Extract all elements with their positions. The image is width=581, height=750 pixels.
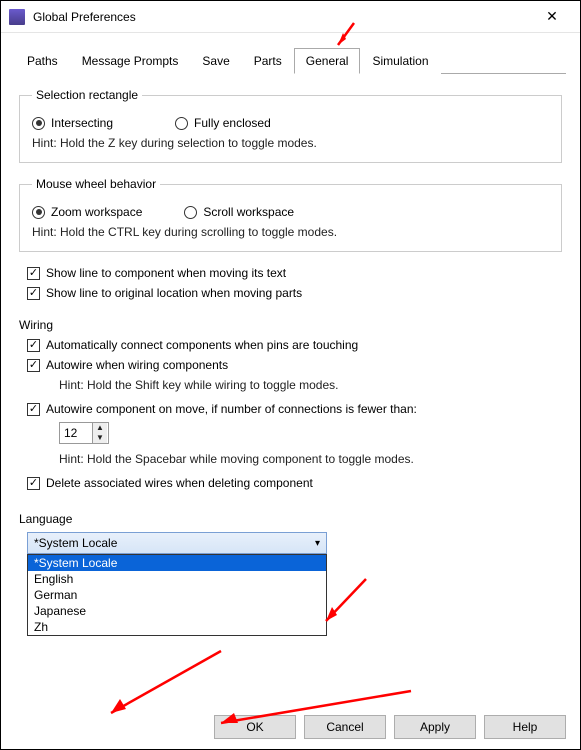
option-german[interactable]: German	[28, 587, 326, 603]
legend-language: Language	[19, 512, 554, 526]
dropdown-language[interactable]: *System Locale ▾ *System Locale English …	[27, 532, 327, 554]
check-autowire-label: Autowire when wiring components	[46, 358, 228, 372]
legend-selection-rectangle: Selection rectangle	[32, 88, 142, 102]
option-system-locale[interactable]: *System Locale	[28, 555, 326, 571]
check-delete-wires[interactable]: Delete associated wires when deleting co…	[27, 476, 554, 490]
hint-selection: Hint: Hold the Z key during selection to…	[32, 136, 549, 150]
dropdown-selected: *System Locale	[34, 536, 117, 550]
hint-autowire-move: Hint: Hold the Spacebar while moving com…	[59, 452, 554, 466]
group-mouse-wheel: Mouse wheel behavior Zoom workspace Scro…	[19, 177, 562, 252]
spinner-input[interactable]	[60, 426, 92, 440]
radio-fully-enclosed-label: Fully enclosed	[194, 116, 271, 130]
option-english[interactable]: English	[28, 571, 326, 587]
radio-zoom-workspace[interactable]: Zoom workspace	[32, 205, 142, 219]
check-auto-connect[interactable]: Automatically connect components when pi…	[27, 338, 554, 352]
radio-fully-enclosed[interactable]: Fully enclosed	[175, 116, 271, 130]
radio-intersecting-label: Intersecting	[51, 116, 113, 130]
checkbox-icon	[27, 267, 40, 280]
tab-simulation[interactable]: Simulation	[360, 48, 440, 74]
tab-message-prompts[interactable]: Message Prompts	[70, 48, 191, 74]
radio-dot-icon	[184, 206, 197, 219]
option-japanese[interactable]: Japanese	[28, 603, 326, 619]
ok-button[interactable]: OK	[214, 715, 296, 739]
check-delete-wires-label: Delete associated wires when deleting co…	[46, 476, 313, 490]
annotation-arrow-icon	[106, 651, 226, 724]
annotation-arrow-icon	[321, 579, 371, 632]
check-autowire-move-label: Autowire component on move, if number of…	[46, 402, 417, 416]
radio-scroll-label: Scroll workspace	[203, 205, 294, 219]
check-line-to-location[interactable]: Show line to original location when movi…	[27, 286, 554, 300]
chevron-down-icon: ▾	[315, 538, 320, 549]
radio-intersecting[interactable]: Intersecting	[32, 116, 113, 130]
legend-wiring: Wiring	[19, 318, 554, 332]
radio-zoom-label: Zoom workspace	[51, 205, 142, 219]
checkbox-icon	[27, 339, 40, 352]
cancel-button[interactable]: Cancel	[304, 715, 386, 739]
check-autowire[interactable]: Autowire when wiring components	[27, 358, 554, 372]
checkbox-icon	[27, 287, 40, 300]
help-button[interactable]: Help	[484, 715, 566, 739]
spinner-down-icon[interactable]: ▼	[93, 433, 107, 443]
tab-parts[interactable]: Parts	[242, 48, 294, 74]
tab-bar: Paths Message Prompts Save Parts General…	[15, 47, 566, 74]
spinner-up-icon[interactable]: ▲	[93, 423, 107, 433]
window-title: Global Preferences	[33, 10, 532, 24]
group-selection-rectangle: Selection rectangle Intersecting Fully e…	[19, 88, 562, 163]
dropdown-language-list[interactable]: *System Locale English German Japanese Z…	[27, 554, 327, 636]
radio-dot-icon	[32, 206, 45, 219]
check-autowire-move[interactable]: Autowire component on move, if number of…	[27, 402, 554, 416]
legend-mouse-wheel: Mouse wheel behavior	[32, 177, 160, 191]
tab-paths[interactable]: Paths	[15, 48, 70, 74]
check-line-to-location-label: Show line to original location when movi…	[46, 286, 302, 300]
check-line-to-text-label: Show line to component when moving its t…	[46, 266, 286, 280]
option-zh[interactable]: Zh	[28, 619, 326, 635]
spinner-connections[interactable]: ▲▼	[59, 422, 109, 444]
radio-scroll-workspace[interactable]: Scroll workspace	[184, 205, 294, 219]
checkbox-icon	[27, 359, 40, 372]
radio-dot-icon	[32, 117, 45, 130]
checkbox-icon	[27, 403, 40, 416]
tab-save[interactable]: Save	[190, 48, 241, 74]
radio-dot-icon	[175, 117, 188, 130]
hint-autowire: Hint: Hold the Shift key while wiring to…	[59, 378, 554, 392]
check-line-to-text[interactable]: Show line to component when moving its t…	[27, 266, 554, 280]
check-auto-connect-label: Automatically connect components when pi…	[46, 338, 358, 352]
app-icon	[9, 9, 25, 25]
checkbox-icon	[27, 477, 40, 490]
apply-button[interactable]: Apply	[394, 715, 476, 739]
hint-mouse-wheel: Hint: Hold the CTRL key during scrolling…	[32, 225, 549, 239]
close-button[interactable]: ✕	[532, 8, 572, 25]
tab-general[interactable]: General	[294, 48, 361, 74]
